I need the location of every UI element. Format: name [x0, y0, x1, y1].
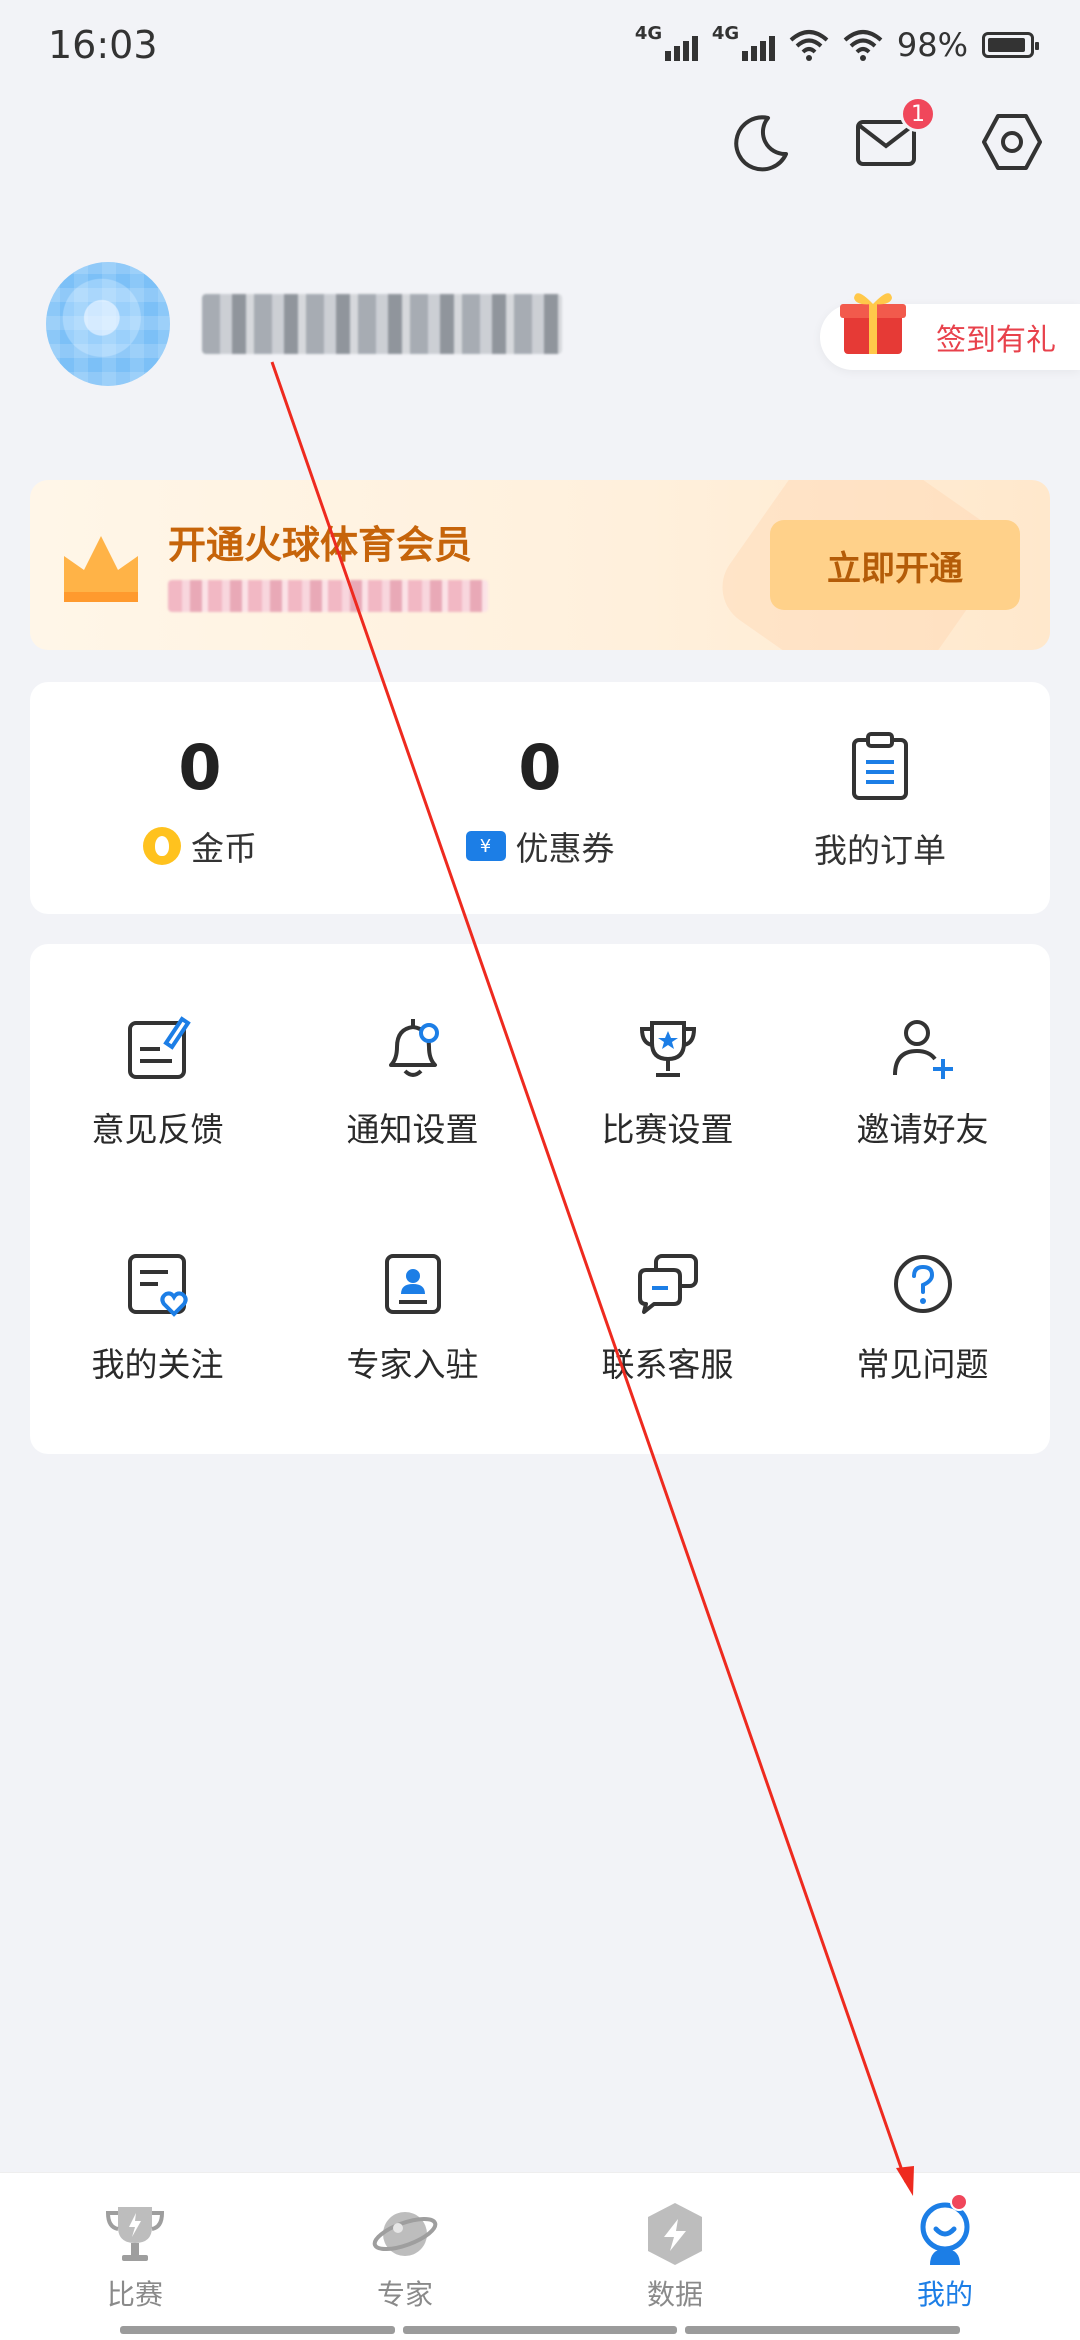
wifi-icon	[843, 30, 883, 61]
orders-item[interactable]: 我的订单	[710, 682, 1050, 914]
data-icon	[648, 2203, 702, 2265]
network-type-label: 4G	[711, 23, 740, 44]
tab-matches[interactable]: 比赛	[0, 2173, 270, 2340]
expert-join-label: 专家入驻	[346, 1344, 479, 1384]
bell-icon	[388, 1018, 439, 1077]
customer-service-label: 联系客服	[601, 1344, 734, 1384]
trophy-icon	[639, 1020, 696, 1077]
messages-button[interactable]: 1	[854, 96, 936, 174]
vip-title: 开通火球体育会员	[168, 523, 473, 567]
orders-label: 我的订单	[814, 831, 946, 870]
invite-friends-label: 邀请好友	[856, 1109, 989, 1149]
battery-percent: 98%	[896, 26, 968, 64]
trophy-icon	[105, 2207, 165, 2261]
coins-count: 0	[178, 731, 222, 804]
tab-data[interactable]: 数据	[540, 2173, 810, 2340]
coin-icon	[143, 827, 181, 865]
sign-in-reward-button[interactable]: 签到有礼	[820, 293, 1080, 370]
notification-settings-item[interactable]: 通知设置	[285, 964, 540, 1199]
follow-icon	[127, 1253, 188, 1317]
tab-experts-label: 专家	[376, 2278, 433, 2311]
mine-notification-dot	[950, 2193, 968, 2211]
network-type-label: 4G	[634, 23, 663, 44]
signal-icon: 4G	[635, 23, 698, 61]
tab-data-label: 数据	[646, 2278, 703, 2311]
add-user-icon	[892, 1019, 953, 1079]
coins-label: 金币	[191, 829, 257, 868]
top-actions: 1	[728, 96, 1044, 174]
invite-friends-item[interactable]: 邀请好友	[795, 964, 1050, 1199]
gift-icon	[840, 293, 906, 354]
sign-in-label: 签到有礼	[936, 323, 1056, 358]
open-vip-button[interactable]: 立即开通	[770, 520, 1020, 610]
coins-item[interactable]: 0 金币	[30, 682, 370, 914]
faq-item[interactable]: 常见问题	[795, 1199, 1050, 1434]
assets-card: 0 金币 0 ¥ 优惠券 我的订单	[30, 682, 1050, 914]
gesture-indicator	[120, 2326, 961, 2334]
expert-icon	[384, 1253, 441, 1314]
coupon-icon: ¥	[465, 831, 506, 861]
feedback-label: 意见反馈	[91, 1109, 224, 1149]
planet-icon	[372, 2212, 438, 2256]
vip-subtitle-redacted	[168, 580, 488, 612]
night-mode-icon[interactable]	[728, 110, 792, 174]
expert-join-item[interactable]: 专家入驻	[285, 1199, 540, 1434]
feedback-icon	[127, 1015, 191, 1079]
status-indicators: 4G 4G 98%	[635, 23, 1039, 64]
coupons-item[interactable]: 0 ¥ 优惠券	[370, 682, 710, 914]
battery-icon	[982, 32, 1039, 58]
username-redacted	[202, 294, 562, 354]
mine-icon	[920, 2202, 970, 2265]
match-settings-item[interactable]: 比赛设置	[540, 964, 795, 1199]
my-follows-label: 我的关注	[91, 1344, 224, 1384]
match-settings-label: 比赛设置	[601, 1109, 734, 1149]
wifi-icon	[789, 30, 829, 61]
chat-icon	[637, 1253, 698, 1314]
tab-mine[interactable]: 我的	[810, 2173, 1080, 2340]
settings-icon[interactable]	[980, 110, 1044, 174]
status-time: 16:03	[48, 23, 158, 67]
coupons-label: 优惠券	[515, 829, 615, 868]
vip-banner[interactable]: 开通火球体育会员 立即开通	[30, 480, 1050, 650]
bottom-tab-bar: 比赛 专家 数据 我的	[0, 2172, 1080, 2340]
coupons-count: 0	[518, 731, 562, 804]
customer-service-item[interactable]: 联系客服	[540, 1199, 795, 1434]
status-bar: 16:03 4G 4G 98%	[0, 0, 1080, 90]
tab-experts[interactable]: 专家	[270, 2173, 540, 2340]
avatar[interactable]	[46, 262, 170, 386]
clipboard-icon	[852, 732, 908, 800]
crown-icon	[64, 536, 138, 602]
tab-matches-label: 比赛	[106, 2278, 163, 2311]
faq-label: 常见问题	[856, 1344, 989, 1384]
functions-grid: 意见反馈 通知设置 比赛设置 邀请好友 我的关注 专家入驻 联系客服 常见问题	[30, 944, 1050, 1454]
feedback-item[interactable]: 意见反馈	[30, 964, 285, 1199]
my-follows-item[interactable]: 我的关注	[30, 1199, 285, 1434]
tab-mine-label: 我的	[916, 2278, 973, 2311]
question-icon	[893, 1254, 952, 1313]
profile-header[interactable]	[46, 262, 562, 386]
message-badge: 1	[900, 96, 936, 132]
notification-settings-label: 通知设置	[346, 1109, 479, 1149]
signal-icon: 4G	[712, 23, 775, 61]
